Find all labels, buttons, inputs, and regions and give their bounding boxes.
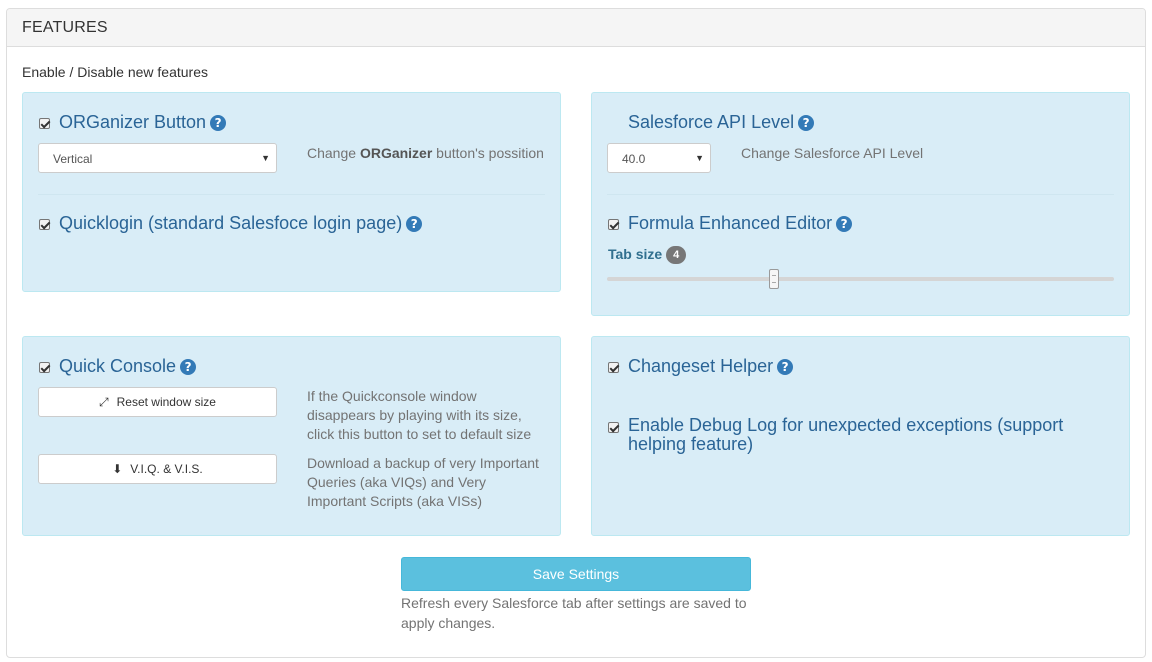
organizer-help-suffix: button's possition [432, 145, 544, 161]
features-intro: Enable / Disable new features [22, 64, 208, 80]
quicklogin-help-icon[interactable]: ? [406, 216, 423, 232]
api-label: Salesforce API Level? [628, 112, 815, 133]
formula-help-icon[interactable]: ? [836, 216, 853, 232]
tab-size-label-text: Tab size [608, 246, 663, 262]
console-checkbox[interactable] [39, 362, 50, 373]
tab-size-badge: 4 [666, 246, 687, 264]
organizer-divider [38, 194, 545, 195]
viq-vis-download-button[interactable]: ⬇ V.I.Q. & V.I.S. [38, 454, 277, 484]
organizer-position-value: Vertical [53, 152, 93, 166]
organizer-label-text: ORGanizer Button [59, 112, 207, 132]
save-settings-button[interactable]: Save Settings [401, 557, 751, 591]
organizer-checkbox[interactable] [39, 118, 50, 129]
organizer-help-icon[interactable]: ? [210, 115, 227, 131]
reset-window-size-button[interactable]: ⤢ Reset window size [38, 387, 277, 417]
debug-checkbox[interactable] [608, 422, 619, 433]
organizer-well: ORGanizer Button? Vertical ▼ Change ORGa… [22, 92, 561, 292]
changeset-checkbox[interactable] [608, 362, 619, 373]
backup-help-text: Download a backup of very Important Quer… [307, 455, 539, 509]
panel-heading: FEATURES [7, 9, 1145, 47]
api-divider [607, 194, 1114, 195]
changeset-label: Changeset Helper? [628, 356, 794, 377]
organizer-position-select[interactable]: Vertical ▼ [38, 143, 277, 173]
save-help-text: Refresh every Salesforce tab after setti… [401, 595, 747, 631]
reset-button-label: Reset window size [116, 395, 216, 409]
console-well: Quick Console? ⤢ Reset window size If the… [22, 336, 561, 536]
debug-label: Enable Debug Log for unexpected exceptio… [628, 415, 1064, 454]
tab-size-label: Tab size 4 [608, 246, 687, 264]
changeset-well: Changeset Helper? Enable Debug Log for u… [591, 336, 1130, 536]
api-help-icon[interactable]: ? [798, 115, 815, 131]
organizer-help-prefix: Change [307, 145, 360, 161]
api-well: Salesforce API Level? 40.0 ▼ Change Sale… [591, 92, 1130, 316]
changeset-help-icon[interactable]: ? [777, 359, 794, 375]
quicklogin-checkbox[interactable] [39, 219, 50, 230]
panel-title: FEATURES [22, 19, 108, 36]
formula-label: Formula Enhanced Editor? [628, 213, 853, 234]
console-label-text: Quick Console [59, 356, 177, 376]
reset-help-text: If the Quickconsole window disappears by… [307, 388, 532, 442]
console-help-icon[interactable]: ? [180, 359, 197, 375]
console-label: Quick Console? [59, 356, 197, 377]
api-help-text: Change Salesforce API Level [741, 145, 924, 161]
expand-arrows-icon: ⤢ [99, 395, 109, 409]
changeset-label-text: Changeset Helper [628, 356, 774, 376]
quicklogin-label-text: Quicklogin (standard Salesfoce login pag… [59, 213, 403, 233]
formula-checkbox[interactable] [608, 219, 619, 230]
api-label-text: Salesforce API Level [628, 112, 795, 132]
api-level-select[interactable]: 40.0 ▼ [607, 143, 711, 173]
backup-button-label: V.I.Q. & V.I.S. [130, 462, 203, 476]
quicklogin-label: Quicklogin (standard Salesfoce login pag… [59, 213, 423, 234]
chevron-down-icon: ▼ [261, 153, 270, 163]
tab-size-slider-handle[interactable] [769, 269, 780, 289]
tab-size-slider-track[interactable] [607, 277, 1114, 281]
chevron-down-icon: ▼ [695, 153, 704, 163]
formula-label-text: Formula Enhanced Editor [628, 213, 833, 233]
organizer-help-bold: ORGanizer [359, 145, 433, 161]
api-level-value: 40.0 [622, 152, 646, 166]
download-icon: ⬇ [112, 462, 123, 476]
organizer-help-text: Change ORGanizer button's possition [307, 144, 544, 163]
organizer-label: ORGanizer Button? [59, 112, 227, 133]
